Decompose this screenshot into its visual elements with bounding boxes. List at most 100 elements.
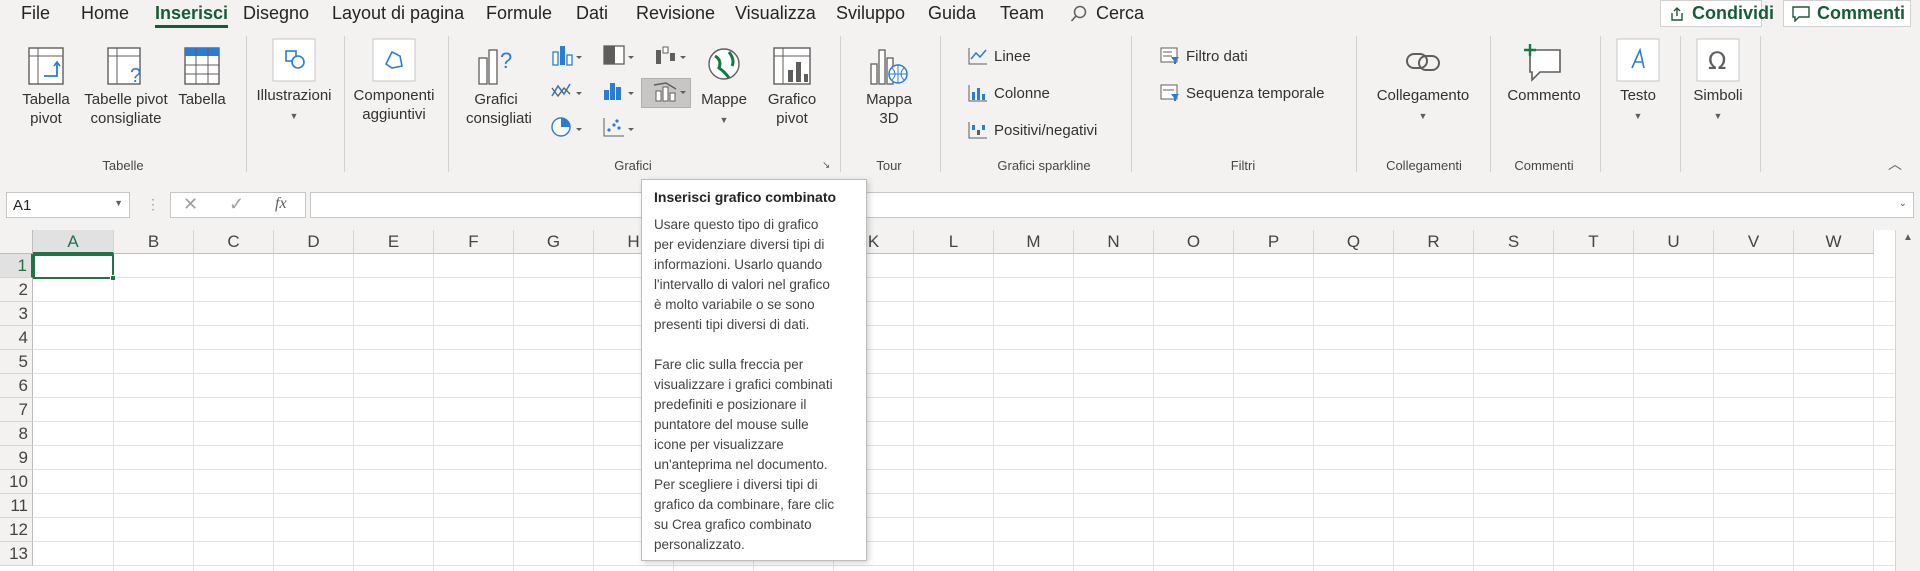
column-header-b[interactable]: B [114,230,194,254]
column-header-v[interactable]: V [1714,230,1794,254]
tab-revisione[interactable]: Revisione [636,3,715,24]
cancel-icon[interactable]: ✕ [183,194,198,215]
row-header-4[interactable]: 4 [0,326,33,350]
stat-chart-button[interactable] [602,80,636,106]
column-chart-button[interactable] [550,44,584,70]
column-header-q[interactable]: Q [1314,230,1394,254]
sparkline-winloss-button[interactable]: Positivi/negativi [968,121,1097,139]
tab-dati[interactable]: Dati [576,3,608,24]
tab-file[interactable]: File [21,3,50,24]
line-chart-button[interactable] [550,80,584,106]
sparkline-lines-button[interactable]: Linee [968,47,1031,65]
column-header-p[interactable]: P [1234,230,1314,254]
text-button[interactable]: Testo ▼ [1612,38,1664,126]
pie-chart-button[interactable] [550,116,584,142]
active-cell[interactable] [33,254,114,279]
column-header-n[interactable]: N [1074,230,1154,254]
row-header-1[interactable]: 1 [0,254,33,278]
enter-icon[interactable]: ✓ [229,194,244,215]
column-header-d[interactable]: D [274,230,354,254]
tab-formule[interactable]: Formule [486,3,552,24]
omega-icon: Ω [1696,38,1740,82]
column-chart-icon [552,46,582,66]
expand-formula-icon[interactable]: ⌄ [1899,198,1907,209]
collapse-ribbon-icon[interactable]: ︿ [1888,154,1902,174]
column-header-a[interactable]: A [33,230,114,254]
scroll-up-icon[interactable]: ▲ [1903,232,1913,243]
column-header-u[interactable]: U [1634,230,1714,254]
tab-home[interactable]: Home [81,3,129,24]
column-header-s[interactable]: S [1474,230,1554,254]
column-header-e[interactable]: E [354,230,434,254]
maps-button[interactable]: Mappe ▼ [696,46,752,130]
recommended-charts-button[interactable]: ? Grafici consigliati [458,46,534,128]
formula-input[interactable]: ⌄ [310,192,1914,218]
row-header-11[interactable]: 11 [0,494,33,518]
tab-sviluppo[interactable]: Sviluppo [836,3,905,24]
row-header-2[interactable]: 2 [0,278,33,302]
column-header-o[interactable]: O [1154,230,1234,254]
insert-function-icon[interactable]: fx [275,195,287,213]
sparkline-columns-button[interactable]: Colonne [968,84,1050,102]
map3d-button[interactable]: Mappa 3D [850,46,928,128]
row-header-7[interactable]: 7 [0,398,33,422]
recommended-pivot-button[interactable]: ? Tabelle pivot consigliate [80,46,172,128]
row-header-9[interactable]: 9 [0,446,33,470]
worksheet-grid[interactable]: ABCDEFGHIJKLMNOPQRSTUVW 1234567891011121… [0,230,1920,571]
waterfall-chart-button[interactable] [654,44,688,70]
table-label: Tabella [178,91,226,108]
row-header-6[interactable]: 6 [0,374,33,398]
table-button[interactable]: Tabella [176,46,228,109]
column-header-f[interactable]: F [434,230,514,254]
dialog-launcher-icon[interactable]: ↘ [822,160,830,171]
column-header-w[interactable]: W [1794,230,1874,254]
row-header-8[interactable]: 8 [0,422,33,446]
select-all-corner[interactable] [0,230,33,254]
new-comment-button[interactable]: Commento [1504,42,1584,105]
combo-chart-button[interactable] [641,78,691,108]
hierarchy-chart-button[interactable] [602,44,636,70]
chevron-down-icon: ▼ [1713,111,1723,121]
fill-handle[interactable] [110,275,116,281]
comments-label: Commenti [1817,3,1906,23]
ribbon: Tabella pivot ? Tabelle pivot consigliat… [0,28,1920,178]
name-box[interactable]: A1 ▼ [6,192,130,218]
vertical-scrollbar[interactable]: ▲ [1895,230,1920,571]
timeline-button[interactable]: Sequenza temporale [1160,84,1324,102]
scatter-chart-button[interactable] [602,116,636,142]
search-icon [1070,5,1088,23]
share-icon [1669,6,1685,22]
row-header-3[interactable]: 3 [0,302,33,326]
search-box[interactable]: Cerca [1070,3,1144,24]
symbols-button[interactable]: Ω Simboli ▼ [1690,38,1746,126]
row-header-10[interactable]: 10 [0,470,33,494]
row-header-5[interactable]: 5 [0,350,33,374]
column-header-g[interactable]: G [514,230,594,254]
column-header-l[interactable]: L [914,230,994,254]
addins-button[interactable]: Componenti aggiuntivi [352,38,436,124]
comments-button[interactable]: Commenti [1783,0,1911,27]
slicer-button[interactable]: Filtro dati [1160,47,1248,65]
tab-visualizza[interactable]: Visualizza [735,3,816,24]
column-header-c[interactable]: C [194,230,274,254]
pivot-table-button[interactable]: Tabella pivot [16,46,76,128]
column-header-t[interactable]: T [1554,230,1634,254]
row-header-12[interactable]: 12 [0,518,33,542]
illustrations-button[interactable]: Illustrazioni ▼ [256,38,332,126]
row-header-13[interactable]: 13 [0,542,33,566]
pivot-chart-button[interactable]: Grafico pivot [762,46,822,128]
recommended-pivot-icon: ? [107,47,141,86]
tab-disegno[interactable]: Disegno [243,3,309,24]
tab-inserisci[interactable]: Inserisci [155,3,229,28]
column-header-m[interactable]: M [994,230,1074,254]
share-button[interactable]: Condividi [1660,0,1774,27]
link-button[interactable]: Collegamento ▼ [1370,42,1476,126]
column-header-r[interactable]: R [1394,230,1474,254]
tab-guida[interactable]: Guida [928,3,976,24]
tab-team[interactable]: Team [1000,3,1044,24]
pivot-chart-icon [773,47,811,85]
chevron-down-icon[interactable]: ▼ [114,198,123,208]
tooltip-title: Inserisci grafico combinato [654,189,837,205]
tab-layout-di-pagina[interactable]: Layout di pagina [332,3,464,24]
group-label-sparklines: Grafici sparkline [997,158,1091,173]
